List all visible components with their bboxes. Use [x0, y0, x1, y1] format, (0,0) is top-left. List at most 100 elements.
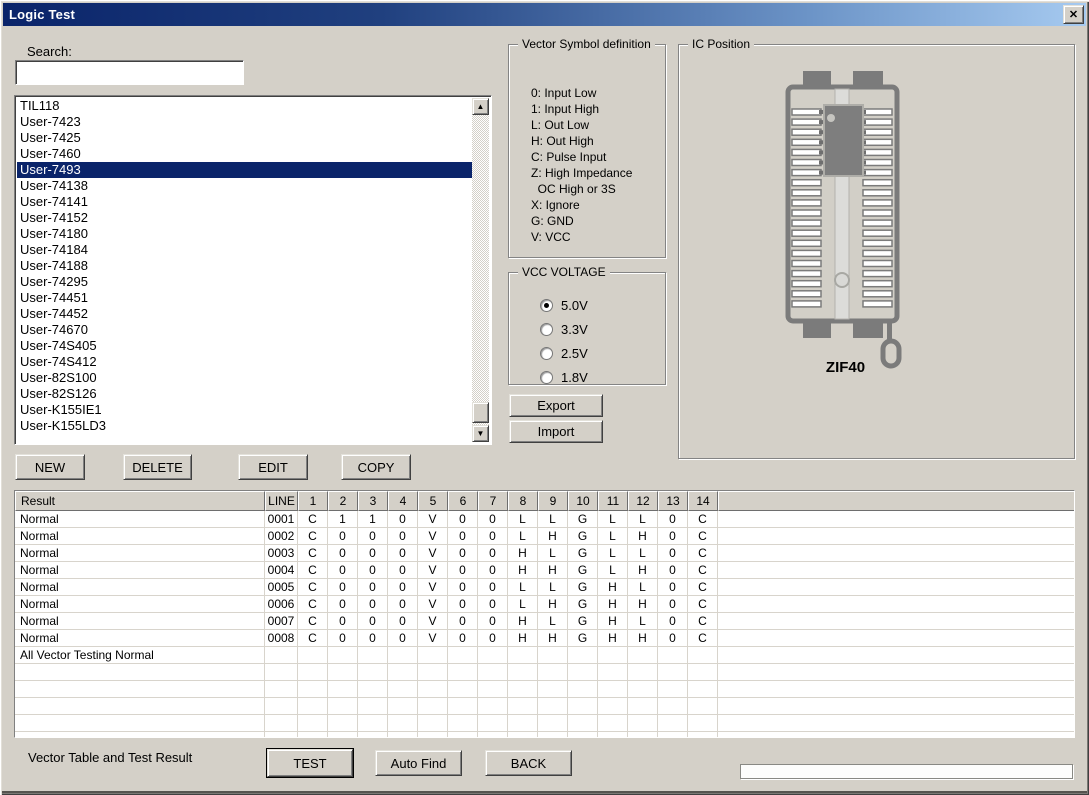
list-item[interactable]: User-82S126 [17, 386, 472, 402]
scroll-up-icon[interactable]: ▲ [472, 98, 489, 115]
list-item[interactable]: User-74138 [17, 178, 472, 194]
result-cell: Normal [15, 613, 265, 630]
back-button[interactable]: BACK [485, 750, 572, 776]
scroll-down-icon[interactable]: ▼ [472, 425, 489, 442]
column-header[interactable]: 14 [688, 491, 718, 511]
radio-icon[interactable] [540, 299, 553, 312]
column-header[interactable]: 8 [508, 491, 538, 511]
list-item[interactable]: User-K155LD3 [17, 418, 472, 434]
filler-cell [718, 613, 1074, 630]
vector-cell: L [508, 511, 538, 528]
list-item[interactable]: User-7425 [17, 130, 472, 146]
vector-cell: 0 [658, 630, 688, 647]
column-header[interactable]: 12 [628, 491, 658, 511]
column-header[interactable]: 9 [538, 491, 568, 511]
column-header[interactable]: Result [15, 491, 265, 511]
socket-label: ZIF40 [783, 359, 908, 376]
export-button[interactable]: Export [509, 394, 603, 417]
line-cell [265, 732, 298, 738]
list-item[interactable]: User-74180 [17, 226, 472, 242]
column-header[interactable]: 5 [418, 491, 448, 511]
table-row[interactable]: Normal0004C000V00HHGLH0C [15, 562, 1074, 579]
vcc-option[interactable]: 2.5V [540, 341, 588, 365]
result-cell [15, 698, 265, 715]
edit-button[interactable]: EDIT [238, 454, 308, 480]
vector-cell: 0 [388, 613, 418, 630]
table-row[interactable]: Normal0007C000V00HLGHL0C [15, 613, 1074, 630]
column-header[interactable]: 6 [448, 491, 478, 511]
column-header[interactable]: 2 [328, 491, 358, 511]
vcc-option[interactable]: 5.0V [540, 293, 588, 317]
test-button[interactable]: TEST [267, 749, 353, 777]
list-item[interactable]: TIL118 [17, 98, 472, 114]
vector-cell: V [418, 579, 448, 596]
table-row [15, 732, 1074, 738]
vcc-option[interactable]: 1.8V [540, 365, 588, 389]
vector-cell: C [688, 579, 718, 596]
radio-icon[interactable] [540, 323, 553, 336]
filler-cell [718, 647, 1074, 664]
radio-icon[interactable] [540, 371, 553, 384]
ic-listbox-items: TIL118User-7423User-7425User-7460User-74… [17, 98, 472, 442]
column-header[interactable]: 1 [298, 491, 328, 511]
vector-cell [508, 647, 538, 664]
table-row[interactable]: Normal0002C000V00LHGLH0C [15, 528, 1074, 545]
result-cell: Normal [15, 562, 265, 579]
vector-cell [598, 681, 628, 698]
table-row[interactable]: Normal0006C000V00LHGHH0C [15, 596, 1074, 613]
auto-find-button[interactable]: Auto Find [375, 750, 462, 776]
list-item[interactable]: User-74152 [17, 210, 472, 226]
scrollbar-thumb[interactable] [472, 402, 489, 423]
vector-cell [298, 715, 328, 732]
column-header[interactable]: 11 [598, 491, 628, 511]
list-item[interactable]: User-74141 [17, 194, 472, 210]
list-item[interactable]: User-74188 [17, 258, 472, 274]
delete-button[interactable]: DELETE [123, 454, 192, 480]
search-input[interactable] [15, 60, 244, 85]
vcc-option-label: 3.3V [561, 322, 588, 337]
new-button[interactable]: NEW [15, 454, 85, 480]
list-item[interactable]: User-74451 [17, 290, 472, 306]
table-row[interactable]: Normal0003C000V00HLGLL0C [15, 545, 1074, 562]
table-row [15, 698, 1074, 715]
vector-cell: 0 [658, 579, 688, 596]
result-cell [15, 715, 265, 732]
column-header[interactable]: 10 [568, 491, 598, 511]
table-row[interactable]: Normal0008C000V00HHGHH0C [15, 630, 1074, 647]
titlebar[interactable]: Logic Test [3, 3, 1086, 26]
listbox-scrollbar[interactable]: ▲ ▼ [472, 98, 489, 442]
list-item[interactable]: User-74S405 [17, 338, 472, 354]
list-item[interactable]: User-74452 [17, 306, 472, 322]
column-header[interactable]: 13 [658, 491, 688, 511]
vcc-option-label: 5.0V [561, 298, 588, 313]
column-header[interactable]: 3 [358, 491, 388, 511]
list-item[interactable]: User-7493 [17, 162, 472, 178]
column-header[interactable]: LINE [265, 491, 298, 511]
close-icon[interactable]: ✕ [1063, 5, 1084, 24]
table-row[interactable]: Normal0001C110V00LLGLL0C [15, 511, 1074, 528]
list-item[interactable]: User-7460 [17, 146, 472, 162]
list-item[interactable]: User-K155IE1 [17, 402, 472, 418]
filler-cell [718, 596, 1074, 613]
table-row[interactable]: Normal0005C000V00LLGHL0C [15, 579, 1074, 596]
line-cell: 0005 [265, 579, 298, 596]
vector-cell: L [508, 579, 538, 596]
vector-cell: C [298, 613, 328, 630]
column-header[interactable]: 4 [388, 491, 418, 511]
radio-icon[interactable] [540, 347, 553, 360]
vector-cell [598, 647, 628, 664]
list-item[interactable]: User-74S412 [17, 354, 472, 370]
list-item[interactable]: User-7423 [17, 114, 472, 130]
vcc-option[interactable]: 3.3V [540, 317, 588, 341]
column-header[interactable]: 7 [478, 491, 508, 511]
ic-listbox[interactable]: TIL118User-7423User-7425User-7460User-74… [14, 95, 492, 445]
list-item[interactable]: User-74670 [17, 322, 472, 338]
copy-button[interactable]: COPY [341, 454, 411, 480]
import-button[interactable]: Import [509, 420, 603, 443]
list-item[interactable]: User-74184 [17, 242, 472, 258]
vector-cell: H [508, 630, 538, 647]
vector-cell: C [688, 613, 718, 630]
vector-cell: 0 [478, 511, 508, 528]
list-item[interactable]: User-74295 [17, 274, 472, 290]
list-item[interactable]: User-82S100 [17, 370, 472, 386]
